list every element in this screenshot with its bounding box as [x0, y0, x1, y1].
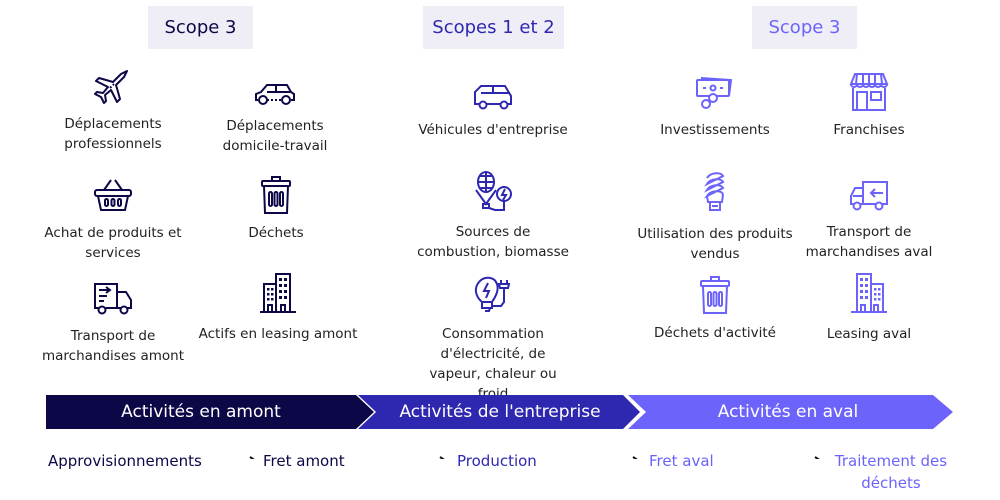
- item-label: Leasing aval: [826, 326, 912, 342]
- item-company-vehicles: Véhicules d'entreprise: [413, 82, 573, 140]
- arrow-icon: [439, 456, 445, 459]
- phase-company: Activités de l'entreprise: [358, 395, 648, 429]
- item-label: Transport de marchandises aval: [805, 224, 933, 260]
- company-van-icon: [474, 85, 512, 110]
- phase-company-label: Activités de l'entreprise: [399, 402, 601, 422]
- item-label: Déchets d'activité: [654, 325, 776, 341]
- item-purchases: Achat de produits et services: [33, 175, 193, 263]
- item-label: Déplacements domicile-travail: [222, 118, 328, 154]
- basket-icon: [94, 179, 132, 211]
- item-combustion: Sources de combustion, biomasse: [413, 170, 573, 262]
- item-label: Utilisation des produits vendus: [637, 226, 793, 262]
- flow-waste-treatment: Traitement des déchets: [834, 452, 948, 492]
- item-franchises: Franchises: [789, 72, 949, 140]
- storefront-icon: [849, 73, 889, 111]
- scope-badge-upstream: Scope 3: [148, 6, 253, 49]
- item-label: Déplacements professionnels: [64, 116, 162, 152]
- item-label: Transport de marchandises amont: [41, 328, 184, 364]
- buildings-icon: [260, 273, 296, 313]
- item-electricity: Consommation d'électricité, de vapeur, c…: [413, 272, 573, 404]
- delivery-truck-icon: [94, 283, 132, 315]
- item-label: Consommation d'électricité, de vapeur, c…: [429, 326, 557, 402]
- item-downstream-leasing: Leasing aval: [789, 272, 949, 344]
- buildings-icon: [851, 273, 887, 313]
- flow-production: Production: [457, 452, 537, 470]
- scope-badge-downstream: Scope 3: [752, 6, 857, 49]
- biomass-energy-icon: [475, 171, 512, 211]
- phase-downstream-label: Activités en aval: [717, 402, 859, 422]
- return-truck-icon: [850, 181, 888, 211]
- lightbulb-icon: [704, 172, 725, 211]
- arrow-icon: [814, 456, 820, 459]
- flow-downstream-freight: Fret aval: [649, 452, 714, 470]
- item-waste: Déchets: [196, 175, 356, 243]
- item-commute: Déplacements domicile-travail: [195, 80, 355, 156]
- item-operational-waste: Déchets d'activité: [635, 275, 795, 343]
- item-upstream-transport: Transport de marchandises amont: [33, 278, 193, 366]
- item-label: Investissements: [660, 122, 770, 138]
- item-label: Franchises: [833, 122, 905, 138]
- item-product-use: Utilisation des produits vendus: [635, 170, 795, 264]
- item-downstream-transport: Transport de marchandises aval: [789, 178, 949, 262]
- phase-upstream-label: Activités en amont: [121, 402, 281, 422]
- flow-upstream-freight: Fret amont: [263, 452, 345, 470]
- item-label: Achat de produits et services: [44, 225, 182, 261]
- item-upstream-leasing: Actifs en leasing amont: [198, 272, 358, 344]
- trash-icon: [700, 276, 730, 314]
- item-label: Actifs en leasing amont: [198, 326, 358, 342]
- item-label: Véhicules d'entreprise: [418, 122, 568, 138]
- phase-upstream: Activités en amont: [46, 395, 376, 429]
- item-investments: Investissements: [635, 72, 795, 140]
- phase-downstream: Activités en aval: [628, 395, 958, 429]
- flow-supply: Approvisionnements: [48, 452, 202, 470]
- trash-icon: [261, 176, 291, 214]
- scope-badge-company: Scopes 1 et 2: [423, 6, 564, 49]
- car-icon: [255, 84, 295, 105]
- electric-bulb-plug-icon: [474, 276, 511, 312]
- money-icon: [696, 77, 733, 109]
- airplane-icon: [94, 70, 128, 104]
- item-business-travel: Déplacements professionnels: [33, 66, 193, 154]
- arrow-icon: [249, 456, 255, 459]
- item-label: Sources de combustion, biomasse: [417, 224, 569, 260]
- arrow-icon: [632, 456, 638, 459]
- item-label: Déchets: [248, 225, 304, 241]
